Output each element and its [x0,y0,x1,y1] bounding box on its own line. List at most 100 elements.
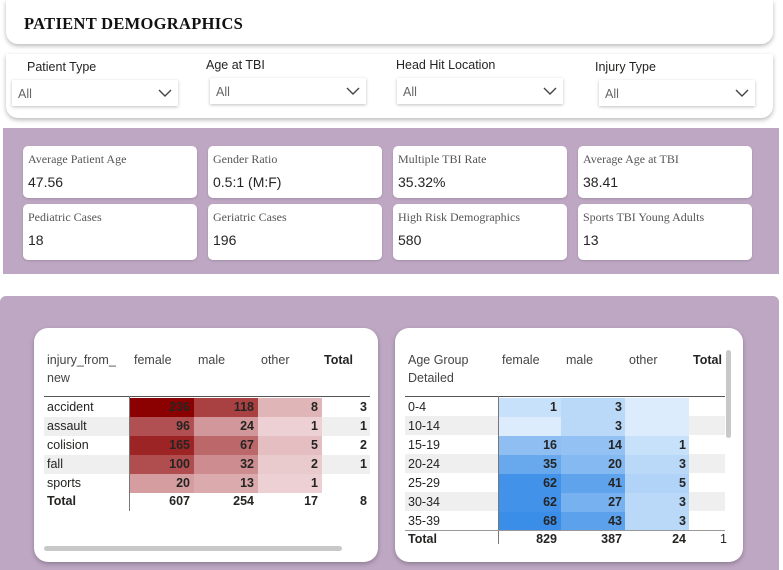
title-bar: PATIENT DEMOGRAPHICS [6,0,773,44]
total-value: 254 [233,494,254,508]
cell-value: 1 [679,438,686,452]
column-header-male[interactable]: male [198,353,225,367]
kpi-value: 38.41 [583,174,619,190]
cell-value: 32 [240,457,254,471]
cell-value: 62 [543,495,557,509]
heat-cell [625,398,689,417]
cell-value: 118 [233,400,254,414]
row-header: injury_from_ [47,353,116,367]
cell-value: 3 [360,400,367,414]
kpi-card-gender-ratio: Gender Ratio 0.5:1 (M:F) [208,146,382,198]
column-header-total[interactable]: Total [693,353,722,367]
cell-value: 43 [608,514,622,528]
kpi-card-high-risk-demographics: High Risk Demographics 580 [393,204,567,260]
row-label[interactable]: 0-4 [408,400,426,414]
horizontal-scrollbar[interactable] [44,546,342,551]
cell-value: 62 [543,476,557,490]
page-title: PATIENT DEMOGRAPHICS [24,14,244,33]
kpi-card-average-patient-age: Average Patient Age 47.56 [23,146,197,198]
cell-value: 24 [240,419,254,433]
row-label[interactable]: 15-19 [408,438,440,452]
cell-value: 1 [311,476,318,490]
column-header-total[interactable]: Total [324,353,353,367]
total-row-label: Total [408,532,437,546]
cell-value: 20 [176,476,190,490]
column-header-female[interactable]: female [134,353,172,367]
cell-value: 8 [311,400,318,414]
row-header: new [47,371,70,385]
cell-value: 68 [543,514,557,528]
row-label[interactable]: 25-29 [408,476,440,490]
kpi-value: 47.56 [28,174,64,190]
slicer-value: All [216,85,230,99]
cell-value: 1 [550,400,557,414]
total-divider [405,530,725,531]
head-hit-location-dropdown[interactable]: All [397,78,563,104]
chevron-down-icon [735,89,749,97]
cell-value: 165 [169,438,190,452]
row-label[interactable]: 20-24 [408,457,440,471]
cell-value: 16 [543,438,557,452]
kpi-label: Sports TBI Young Adults [583,210,705,224]
injury-type-dropdown[interactable]: All [599,80,755,106]
vertical-scrollbar[interactable] [726,350,731,438]
row-label[interactable]: sports [47,476,81,490]
slicer-label: Age at TBI [206,58,265,72]
row-label[interactable]: 35-39 [408,514,440,528]
age-at-tbi-dropdown[interactable]: All [210,78,366,104]
cell-value: 5 [679,476,686,490]
kpi-value: 13 [583,232,599,248]
kpi-label: High Risk Demographics [398,210,520,224]
cell-value: 27 [608,495,622,509]
heat-cell [625,417,689,436]
row-label[interactable]: 10-14 [408,419,440,433]
kpi-value: 18 [28,232,44,248]
kpi-card-average-age-at-tbi: Average Age at TBI 38.41 [578,146,752,198]
column-header-other[interactable]: other [261,353,290,367]
slicer-patient-type: Patient Type [27,58,96,74]
cell-value: 96 [176,419,190,433]
column-header-other[interactable]: other [629,353,658,367]
cell-value: 35 [543,457,557,471]
total-value: 1 [720,532,727,546]
kpi-label: Average Age at TBI [583,152,679,166]
row-label[interactable]: accident [47,400,94,414]
kpi-value: 580 [398,232,422,248]
injury-matrix-panel: injury_from_ new female male other Total… [34,328,378,562]
column-header-female[interactable]: female [502,353,540,367]
kpi-label: Average Patient Age [28,152,127,166]
cell-value: 100 [169,457,190,471]
filter-bar: Patient Type All Age at TBI All Head Hit… [6,54,773,118]
total-row-label: Total [47,494,76,508]
cell-value: 3 [679,495,686,509]
row-label[interactable]: fall [47,457,63,471]
kpi-band: Average Patient Age 47.56 Gender Ratio 0… [3,128,779,274]
slicer-value: All [605,87,619,101]
total-value: 387 [601,532,622,546]
cell-value: 236 [169,400,190,414]
kpi-label: Gender Ratio [213,152,278,166]
row-label[interactable]: assault [47,419,87,433]
chevron-down-icon [158,89,172,97]
heat-cell [499,417,561,436]
slicer-label: Injury Type [595,60,656,74]
cell-value: 13 [240,476,254,490]
kpi-card-sports-tbi-young-adults: Sports TBI Young Adults 13 [578,204,752,260]
slicer-value: All [18,87,32,101]
column-header-male[interactable]: male [566,353,593,367]
slicer-label: Head Hit Location [396,58,496,72]
kpi-card-geriatric-cases: Geriatric Cases 196 [208,204,382,260]
cell-value: 2 [311,457,318,471]
cell-value: 3 [679,457,686,471]
patient-type-dropdown[interactable]: All [12,80,178,106]
kpi-value: 35.32% [398,174,446,190]
row-label[interactable]: 30-34 [408,495,440,509]
cell-value: 67 [240,438,254,452]
chevron-down-icon [346,87,360,95]
slicer-head-hit-location: Head Hit Location [396,58,495,72]
row-label[interactable]: colision [47,438,89,452]
slicer-label: Patient Type [27,60,97,74]
chevron-down-icon [543,87,557,95]
total-value: 8 [360,494,367,508]
slicer-injury-type: Injury Type [595,58,656,74]
